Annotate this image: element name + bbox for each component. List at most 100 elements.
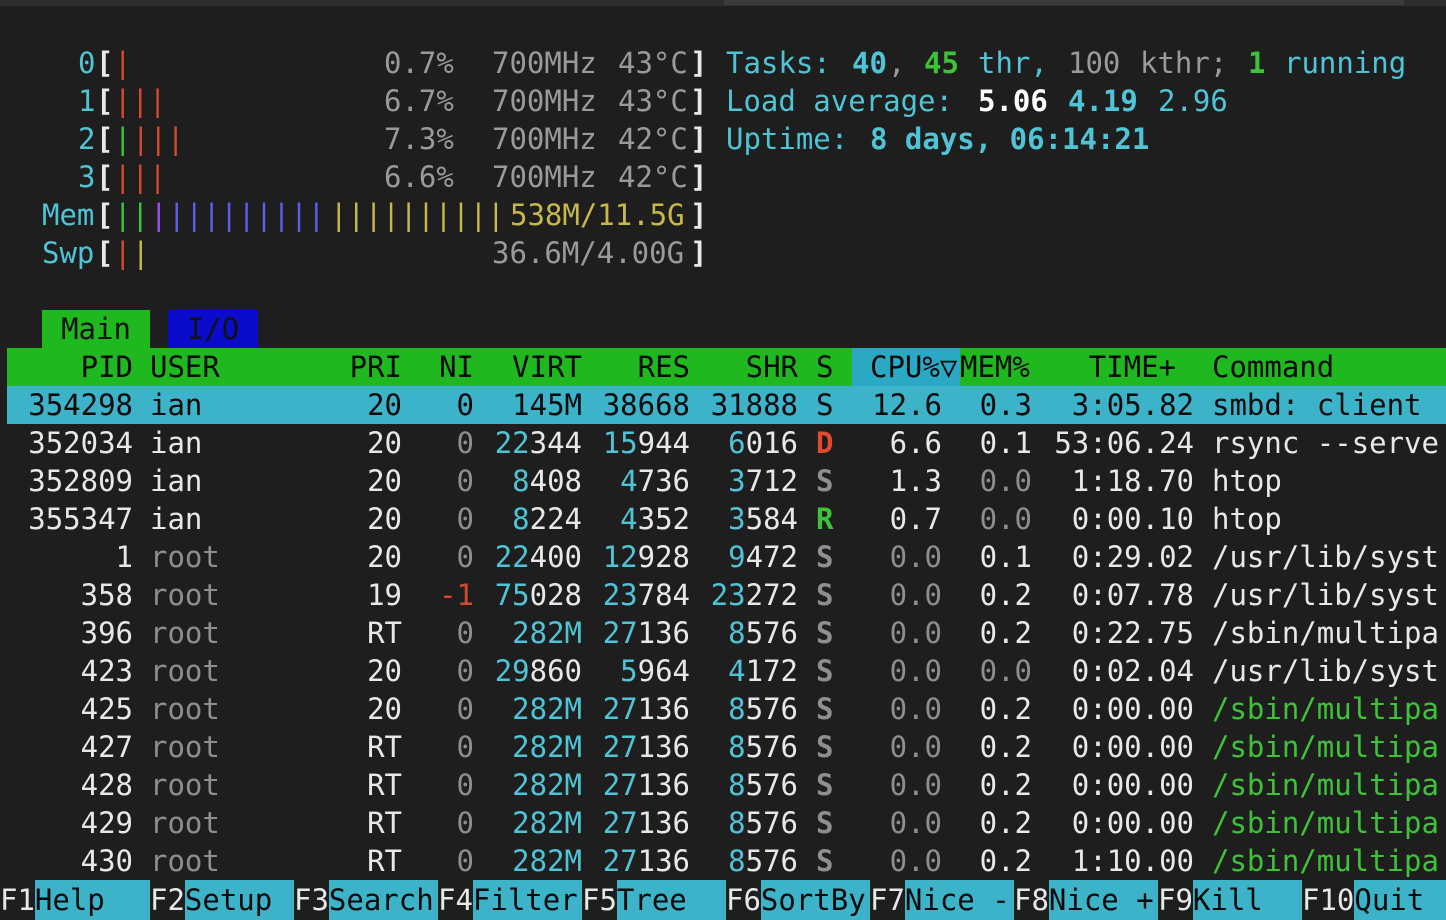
column-time[interactable]: TIME+ xyxy=(1050,348,1176,386)
tab-main[interactable]: Main xyxy=(42,310,150,348)
cell-cpu: 0.0 xyxy=(889,844,942,878)
fkey-setup-button[interactable]: F2Setup xyxy=(150,880,294,920)
column-ni[interactable]: NI xyxy=(420,348,474,386)
process-row[interactable]: 352809 ian 20 0 8408 4736 3712 S 1.3 0.0 1:18.70 ht… xyxy=(0,462,1446,500)
fkey-label: Nice - xyxy=(904,880,1014,920)
tab-io[interactable]: I/O xyxy=(168,310,258,348)
fkey-nice-button[interactable]: F8Nice + xyxy=(1014,880,1158,920)
cpu-freq: 700MHz xyxy=(492,160,597,194)
column-res[interactable]: RES xyxy=(600,348,690,386)
column-state[interactable]: S xyxy=(816,348,833,386)
cell-time: 0:02.04 xyxy=(1071,654,1194,688)
process-row[interactable]: 355347 ian 20 0 8224 4352 3584 R 0.7 0.0 0:00.10 ht… xyxy=(0,500,1446,538)
cpu-bar: ||| xyxy=(114,84,167,118)
cpu-temp: 42°C xyxy=(618,160,688,194)
fkey-tree-button[interactable]: F5Tree xyxy=(582,880,726,920)
cell-pri: RT xyxy=(367,844,402,878)
cell-virt: 282M xyxy=(512,692,582,726)
process-row[interactable]: 352034 ian 20 0 22344 15944 6016 D 6.6 0.1 53:06.2… xyxy=(0,424,1446,462)
cell-shr: 4172 xyxy=(728,654,798,688)
cell-s: S xyxy=(816,654,834,688)
column-user[interactable]: USER xyxy=(150,348,220,386)
cell-cpu: 0.0 xyxy=(889,616,942,650)
process-row[interactable]: 425 root 20 0 282M 27136 8576 S 0.0 0.2 0:00.00/sb… xyxy=(0,690,1446,728)
cell-mem: 0.2 xyxy=(979,768,1032,802)
cell-pri: 19 xyxy=(367,578,402,612)
cell-cpu: 0.0 xyxy=(889,806,942,840)
column-virt[interactable]: VIRT xyxy=(492,348,582,386)
cpu-percent: 0.7% xyxy=(384,46,454,80)
load-15min: 2.96 xyxy=(1158,84,1228,118)
cell-command: /sbin/multipa xyxy=(1212,768,1439,802)
fkey-nice-button[interactable]: F7Nice - xyxy=(870,880,1014,920)
cell-time: 0:00.00 xyxy=(1071,692,1194,726)
process-row[interactable]: 396 root RT 0 282M 27136 8576 S 0.0 0.2 0:22.75/sb… xyxy=(0,614,1446,652)
cell-s: S xyxy=(816,540,834,574)
cell-user: root xyxy=(150,540,220,574)
process-row[interactable]: 1 root 20 0 22400 12928 9472 S 0.0 0.1 0:29.02/usr… xyxy=(0,538,1446,576)
cell-virt: 8224 xyxy=(512,502,582,536)
column-pid[interactable]: PID xyxy=(7,348,133,386)
cpu-freq: 700MHz xyxy=(492,46,597,80)
bracket-close: ] xyxy=(690,160,708,194)
fkey-sortby-button[interactable]: F6SortBy xyxy=(726,880,870,920)
fkey-key: F7 xyxy=(870,883,905,917)
cpu-id: 0 xyxy=(78,46,96,80)
cpu-bar-user: | xyxy=(114,122,132,156)
bracket-open: [ xyxy=(96,122,114,156)
cell-mem: 0.2 xyxy=(979,578,1032,612)
bracket-close: ] xyxy=(690,236,708,270)
bracket-open: [ xyxy=(96,160,114,194)
cell-mem: 0.0 xyxy=(979,502,1032,536)
fkey-key: F1 xyxy=(0,883,35,917)
cell-command: /sbin/multipa xyxy=(1212,806,1439,840)
cell-res: 27136 xyxy=(602,730,690,764)
cell-ni: 0 xyxy=(456,388,474,422)
process-row[interactable]: 423 root 20 0 29860 5964 4172 S 0.0 0.0 0:02.04/us… xyxy=(0,652,1446,690)
fkey-label: Kill xyxy=(1192,880,1302,920)
mem-bar-buffers: ||||||||| xyxy=(168,198,326,232)
column-pri[interactable]: PRI xyxy=(330,348,402,386)
cell-s: S xyxy=(816,578,834,612)
bracket-close: ] xyxy=(690,122,708,156)
cell-s: S xyxy=(816,844,834,878)
process-row[interactable]: 358 root 19 -1 75028 23784 23272 S 0.0 0.2 0:07.78… xyxy=(0,576,1446,614)
process-row[interactable]: 427 root RT 0 282M 27136 8576 S 0.0 0.2 0:00.00/sb… xyxy=(0,728,1446,766)
cell-pid: 427 xyxy=(80,730,133,764)
fkey-kill-button[interactable]: F9Kill xyxy=(1158,880,1302,920)
cell-cpu: 0.0 xyxy=(889,540,942,574)
column-mem[interactable]: MEM% xyxy=(960,348,1030,386)
process-row[interactable]: 428 root RT 0 282M 27136 8576 S 0.0 0.2 0:00.00/sb… xyxy=(0,766,1446,804)
running-count: 1 xyxy=(1248,46,1266,80)
cell-mem: 0.0 xyxy=(979,654,1032,688)
cell-res: 4352 xyxy=(620,502,690,536)
cell-cpu: 0.0 xyxy=(889,768,942,802)
load-5min: 4.19 xyxy=(1068,84,1138,118)
column-cpu-sorted[interactable]: CPU%▽ xyxy=(870,348,957,386)
cell-time: 3:05.82 xyxy=(1071,388,1194,422)
cpu-temp: 42°C xyxy=(618,122,688,156)
bracket-close: ] xyxy=(690,46,708,80)
cell-shr: 8576 xyxy=(728,844,798,878)
fkey-filter-button[interactable]: F4Filter xyxy=(438,880,582,920)
fkey-key: F6 xyxy=(726,883,761,917)
cell-command: /sbin/multipa xyxy=(1212,616,1439,650)
column-shr[interactable]: SHR xyxy=(708,348,798,386)
swap-bar-used: | xyxy=(114,236,132,270)
cell-ni: -1 xyxy=(439,578,474,612)
fkey-help-button[interactable]: F1Help xyxy=(0,880,150,920)
cpu-id: 3 xyxy=(78,160,96,194)
cell-virt: 8408 xyxy=(512,464,582,498)
cell-shr: 8576 xyxy=(728,692,798,726)
fkey-search-button[interactable]: F3Search xyxy=(294,880,438,920)
fkey-label: Filter xyxy=(472,880,582,920)
bracket-close: ] xyxy=(690,84,708,118)
fkey-label: Nice + xyxy=(1048,880,1158,920)
process-row[interactable]: 430 root RT 0 282M 27136 8576 S 0.0 0.2 1:10.00/sb… xyxy=(0,842,1446,880)
process-row[interactable]: 429 root RT 0 282M 27136 8576 S 0.0 0.2 0:00.00/sb… xyxy=(0,804,1446,842)
column-command[interactable]: Command xyxy=(1212,348,1334,386)
process-row[interactable]: 354298 ian 20 0 145M 38668 31888 S 12.6 0.3 3:05.8… xyxy=(0,386,1446,424)
cell-command: htop xyxy=(1212,502,1282,536)
cell-shr: 9472 xyxy=(728,540,798,574)
fkey-quit-button[interactable]: F10Quit xyxy=(1302,880,1446,920)
